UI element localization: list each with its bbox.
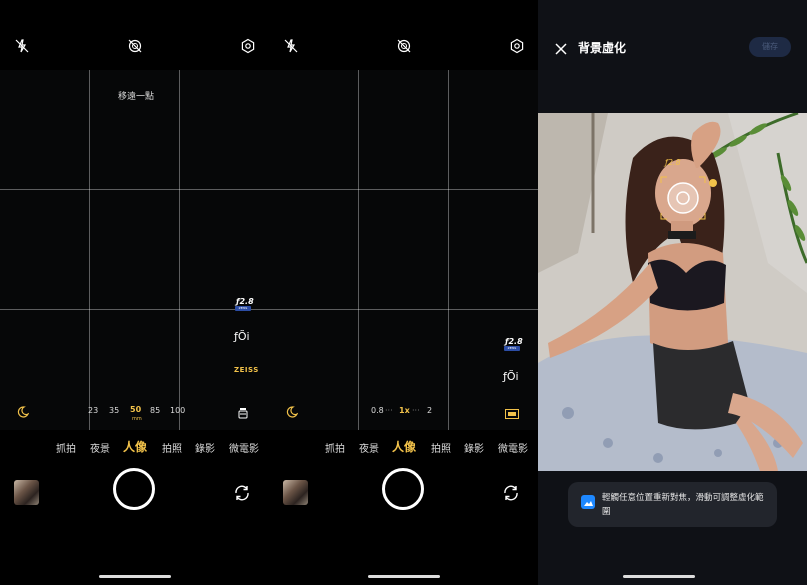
filter-icon[interactable] <box>238 404 248 419</box>
focus-aperture[interactable]: ƒ2.8 <box>665 158 681 167</box>
grid-line <box>269 189 538 190</box>
grid-line <box>179 70 180 430</box>
camera-panel-portrait-zoom: ƒ2.8 ZEISS ƒÕi 0.8 ··· 1x ··· 2 抓拍 夜景 人像… <box>269 0 538 585</box>
home-indicator[interactable] <box>623 575 695 578</box>
shutter-button[interactable] <box>113 468 155 510</box>
mode-microfilm[interactable]: 微電影 <box>229 440 259 455</box>
background-blur-editor: 背景虛化 儲存 ƒ2.8 輕觸任意位置重新對焦，滑動可調整虛化範圍 <box>538 0 807 585</box>
page-title: 背景虛化 <box>578 41 627 55</box>
mode-video[interactable]: 錄影 <box>195 440 215 455</box>
home-indicator[interactable] <box>368 575 440 578</box>
gallery-thumbnail[interactable] <box>14 480 39 505</box>
gallery-icon <box>581 495 595 509</box>
aperture-value[interactable]: ƒ2.8 <box>236 297 254 306</box>
effect-icon[interactable]: ƒÕi <box>503 370 519 383</box>
grid-line <box>0 189 269 190</box>
mode-snap[interactable]: 抓拍 <box>56 440 76 455</box>
mode-night[interactable]: 夜景 <box>90 440 110 455</box>
grid-line <box>448 70 449 430</box>
camera-panel-portrait-focal: 移遠一點 ƒ2.8 ZEISS ƒÕi ZEISS 23 35 50 85 10… <box>0 0 269 585</box>
settings-icon[interactable] <box>240 38 256 54</box>
zoom-option-active[interactable]: 1x <box>399 406 410 415</box>
mode-night[interactable]: 夜景 <box>359 440 379 455</box>
grid-line <box>358 70 359 430</box>
zeiss-badge: ZEISS <box>235 306 251 311</box>
flash-off-icon[interactable] <box>283 38 299 54</box>
frame-ratio-icon[interactable] <box>505 404 519 419</box>
grid-line <box>89 70 90 430</box>
focal-option[interactable]: 35 <box>109 406 119 415</box>
night-moon-icon[interactable] <box>286 403 299 418</box>
zeiss-logo[interactable]: ZEISS <box>234 366 259 374</box>
aperture-value[interactable]: ƒ2.8 <box>505 337 523 346</box>
zoom-dots: ··· <box>385 406 393 415</box>
viewfinder[interactable] <box>269 70 538 430</box>
mode-photo[interactable]: 拍照 <box>431 440 451 455</box>
gallery-thumbnail[interactable] <box>283 480 308 505</box>
portrait-photo[interactable]: ƒ2.8 <box>538 113 807 471</box>
mode-microfilm[interactable]: 微電影 <box>498 440 528 455</box>
switch-camera-icon[interactable] <box>502 484 520 502</box>
motion-off-icon[interactable] <box>127 38 143 54</box>
focal-option[interactable]: 85 <box>150 406 160 415</box>
switch-camera-icon[interactable] <box>233 484 251 502</box>
motion-off-icon[interactable] <box>396 38 412 54</box>
grid-line <box>269 309 538 310</box>
flash-off-icon[interactable] <box>14 38 30 54</box>
save-button[interactable]: 儲存 <box>749 37 791 57</box>
mode-video[interactable]: 錄影 <box>464 440 484 455</box>
mode-portrait[interactable]: 人像 <box>123 438 147 455</box>
home-indicator[interactable] <box>99 575 171 578</box>
close-icon[interactable] <box>555 40 567 55</box>
mode-snap[interactable]: 抓拍 <box>325 440 345 455</box>
shutter-button[interactable] <box>382 468 424 510</box>
viewfinder[interactable] <box>0 70 269 430</box>
mode-photo[interactable]: 拍照 <box>162 440 182 455</box>
zoom-option[interactable]: 2 <box>427 406 432 415</box>
focal-option[interactable]: 23 <box>88 406 98 415</box>
focal-unit: mm <box>132 416 142 422</box>
focal-option-active[interactable]: 50 <box>130 405 141 414</box>
mode-portrait[interactable]: 人像 <box>392 438 416 455</box>
toast-message: 輕觸任意位置重新對焦，滑動可調整虛化範圍 <box>602 493 764 517</box>
focal-option[interactable]: 100 <box>170 406 185 415</box>
zeiss-badge: ZEISS <box>504 346 520 351</box>
zoom-option[interactable]: 0.8 <box>371 406 384 415</box>
zoom-dots: ··· <box>412 406 420 415</box>
distance-hint: 移遠一點 <box>118 92 155 102</box>
night-moon-icon[interactable] <box>17 403 30 418</box>
grid-line <box>0 309 269 310</box>
hint-toast: 輕觸任意位置重新對焦，滑動可調整虛化範圍 <box>568 482 777 527</box>
settings-icon[interactable] <box>509 38 525 54</box>
effect-icon[interactable]: ƒÕi <box>234 330 250 343</box>
